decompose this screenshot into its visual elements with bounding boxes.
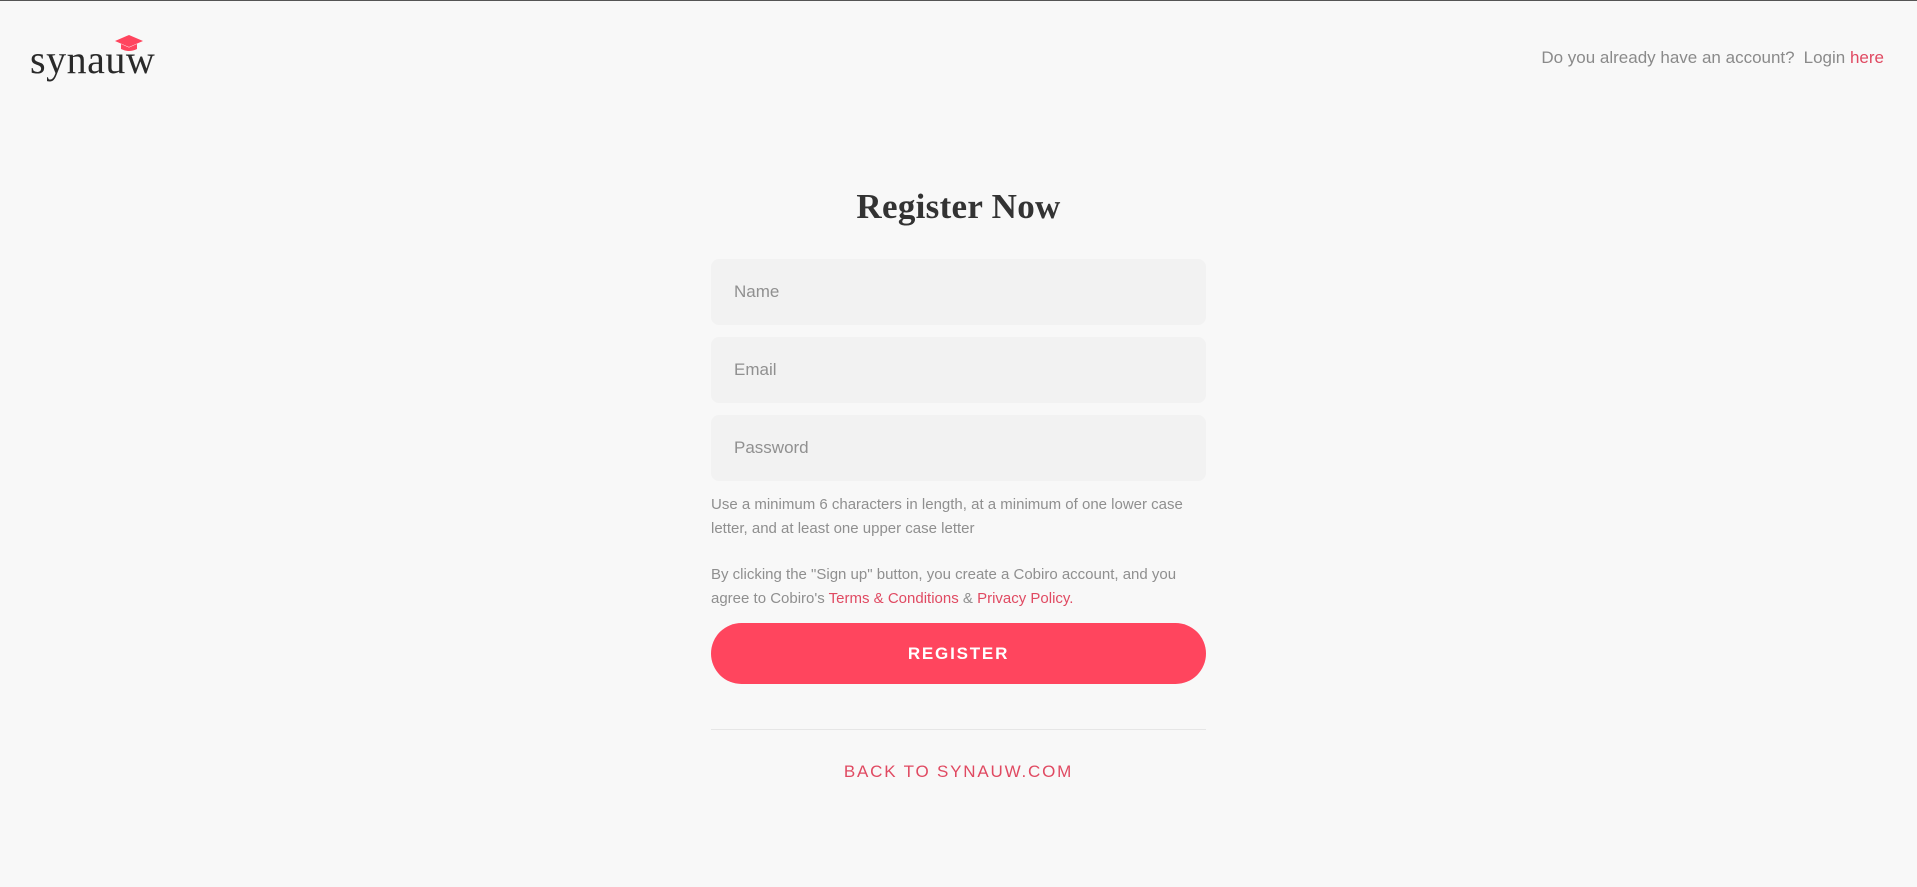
- page-title: Register Now: [856, 187, 1061, 226]
- login-here-link[interactable]: here: [1850, 48, 1884, 67]
- terms-conditions-link[interactable]: Terms & Conditions: [829, 590, 959, 607]
- password-field[interactable]: [711, 415, 1206, 481]
- password-hint: Use a minimum 6 characters in length, at…: [711, 496, 1183, 537]
- login-prompt: Do you already have an account? Login her…: [1541, 48, 1884, 68]
- name-field[interactable]: [711, 259, 1206, 325]
- back-to-site-link[interactable]: BACK TO SYNAUW.COM: [711, 762, 1206, 782]
- graduation-cap-icon: [115, 35, 143, 51]
- email-field[interactable]: [711, 337, 1206, 403]
- terms-text: By clicking the "Sign up" button, you cr…: [711, 563, 1206, 611]
- logo[interactable]: synauw: [30, 33, 180, 83]
- login-prompt-text: Do you already have an account?: [1541, 48, 1795, 67]
- terms-separator: &: [958, 590, 978, 607]
- register-button[interactable]: REGISTER: [711, 623, 1206, 684]
- register-form: Use a minimum 6 characters in length, at…: [711, 259, 1206, 782]
- privacy-policy-link[interactable]: Privacy Policy.: [977, 590, 1073, 607]
- login-word: Login: [1803, 48, 1846, 67]
- divider: [711, 729, 1206, 730]
